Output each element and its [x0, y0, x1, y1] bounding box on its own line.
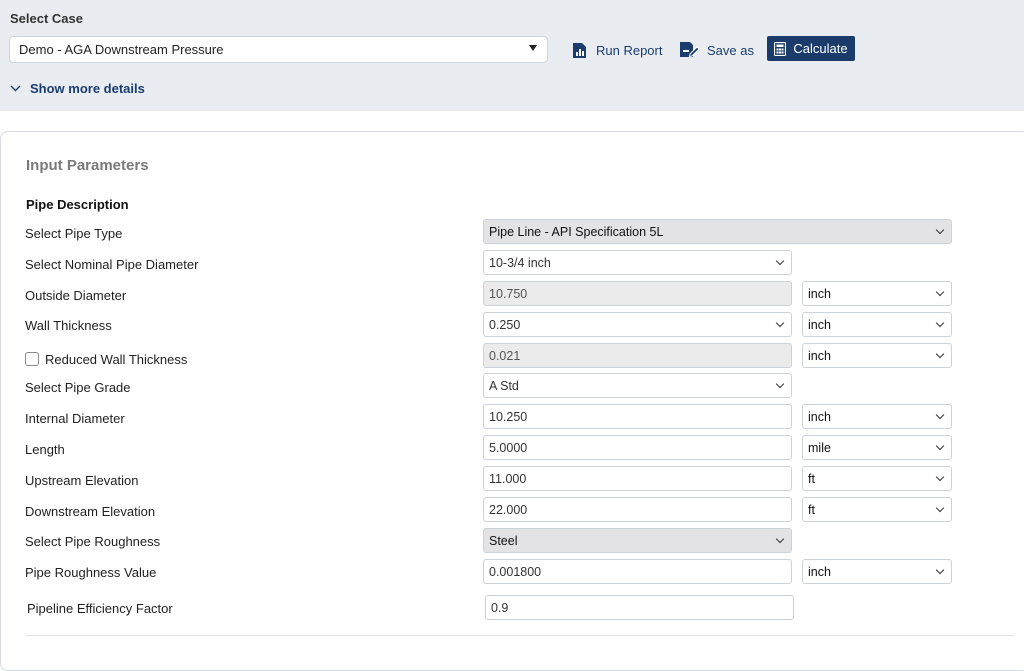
pipe-grade-value: A Std [489, 379, 519, 393]
pipe-grade-select[interactable]: A Std [483, 373, 792, 398]
pipe-roughness-select[interactable]: Steel [483, 528, 792, 553]
row-label-pipe-type: Select Pipe Type [25, 226, 123, 241]
internal-diameter-input[interactable]: 10.250 [483, 404, 792, 429]
upstream-elevation-unit: ft [808, 472, 815, 486]
row-label-pipe-grade: Select Pipe Grade [25, 380, 131, 395]
chevron-down-icon [935, 441, 945, 451]
pipeline-efficiency-input[interactable]: 0.9 [485, 595, 794, 620]
save-as-button[interactable]: Save as [679, 38, 754, 62]
row-label-length: Length [25, 442, 65, 457]
reduced-wall-thickness-unit: inch [808, 349, 831, 363]
pipe-roughness-value-text: 0.001800 [489, 565, 542, 579]
row-label-nominal-diameter: Select Nominal Pipe Diameter [25, 257, 199, 272]
chevron-down-icon [10, 85, 21, 92]
wall-thickness-select[interactable]: 0.250 [483, 312, 792, 337]
section-title: Pipe Description [26, 197, 129, 212]
downstream-elevation-unit: ft [808, 503, 815, 517]
panel-title: Input Parameters [26, 157, 149, 174]
show-more-details-label: Show more details [30, 81, 145, 96]
length-unit: mile [808, 441, 831, 455]
chevron-down-icon [935, 472, 945, 482]
length-input[interactable]: 5.0000 [483, 435, 792, 460]
chevron-down-icon [775, 318, 785, 328]
pipeline-efficiency-value: 0.9 [491, 601, 509, 615]
wall-thickness-value: 0.250 [489, 318, 521, 332]
upstream-elevation-input[interactable]: 11.000 [483, 466, 792, 491]
pipe-roughness-unit: inch [808, 565, 831, 579]
length-unit-select[interactable]: mile [802, 435, 952, 460]
chevron-down-icon [775, 379, 785, 389]
reduced-wall-thickness-unit-select[interactable]: inch [802, 343, 952, 368]
chevron-down-icon [935, 565, 945, 575]
chevron-down-icon [935, 318, 945, 328]
wall-thickness-unit: inch [808, 318, 831, 332]
chevron-down-icon [935, 503, 945, 513]
nominal-diameter-select[interactable]: 10-3/4 inch [483, 250, 792, 275]
nominal-diameter-value: 10-3/4 inch [489, 256, 551, 270]
downstream-elevation-unit-select[interactable]: ft [802, 497, 952, 522]
chevron-down-icon [935, 349, 945, 359]
row-label-internal-diameter: Internal Diameter [25, 411, 125, 426]
reduced-wall-thickness-field: 0.021 [483, 343, 792, 368]
row-label-pipeline-efficiency: Pipeline Efficiency Factor [27, 601, 173, 616]
save-as-label: Save as [707, 42, 754, 58]
downstream-elevation-value: 22.000 [489, 503, 528, 517]
calculate-button[interactable]: Calculate [767, 36, 855, 61]
section-divider [26, 635, 1014, 636]
row-label-reduced-wall-thickness: Reduced Wall Thickness [45, 352, 188, 367]
chevron-down-icon [935, 225, 945, 235]
outside-diameter-field: 10.750 [483, 281, 792, 306]
show-more-details-toggle[interactable]: Show more details [10, 81, 145, 96]
reduced-wall-thickness-value: 0.021 [489, 349, 521, 363]
row-label-upstream-elevation: Upstream Elevation [25, 473, 139, 488]
save-edit-icon [680, 42, 699, 58]
run-report-label: Run Report [596, 42, 663, 58]
row-label-pipe-roughness: Select Pipe Roughness [25, 534, 161, 549]
row-label-outside-diameter: Outside Diameter [25, 288, 127, 303]
pipe-type-select[interactable]: Pipe Line - API Specification 5L [483, 219, 952, 244]
downstream-elevation-input[interactable]: 22.000 [483, 497, 792, 522]
calculate-label: Calculate [793, 41, 848, 56]
upstream-elevation-unit-select[interactable]: ft [802, 466, 952, 491]
internal-diameter-unit: inch [808, 410, 831, 424]
outside-diameter-unit-select[interactable]: inch [802, 281, 952, 306]
select-case-label: Select Case [10, 11, 83, 26]
case-select[interactable]: Demo - AGA Downstream Pressure [9, 36, 548, 63]
case-select-value: Demo - AGA Downstream Pressure [19, 42, 224, 57]
length-value: 5.0000 [489, 441, 528, 455]
chevron-down-icon [935, 410, 945, 420]
calculator-icon [774, 41, 787, 56]
report-icon [573, 42, 586, 58]
run-report-button[interactable]: Run Report [571, 38, 662, 62]
row-label-pipe-roughness-value: Pipe Roughness Value [25, 565, 157, 580]
internal-diameter-value: 10.250 [489, 410, 528, 424]
internal-diameter-unit-select[interactable]: inch [802, 404, 952, 429]
upstream-elevation-value: 11.000 [489, 472, 527, 486]
chevron-down-icon [775, 256, 785, 266]
dropdown-arrow-icon [529, 45, 537, 51]
outside-diameter-value: 10.750 [489, 287, 528, 301]
pipe-roughness-value: Steel [489, 534, 518, 548]
outside-diameter-unit: inch [808, 287, 831, 301]
row-label-downstream-elevation: Downstream Elevation [25, 504, 156, 519]
wall-thickness-unit-select[interactable]: inch [802, 312, 952, 337]
pipe-type-value: Pipe Line - API Specification 5L [489, 225, 664, 239]
reduced-wall-thickness-checkbox[interactable] [25, 352, 39, 366]
input-parameters-panel [0, 131, 1024, 671]
row-label-wall-thickness: Wall Thickness [25, 318, 112, 333]
pipe-roughness-unit-select[interactable]: inch [802, 559, 952, 584]
chevron-down-icon [935, 287, 945, 297]
chevron-down-icon [775, 534, 785, 544]
pipe-roughness-value-input[interactable]: 0.001800 [483, 559, 792, 584]
